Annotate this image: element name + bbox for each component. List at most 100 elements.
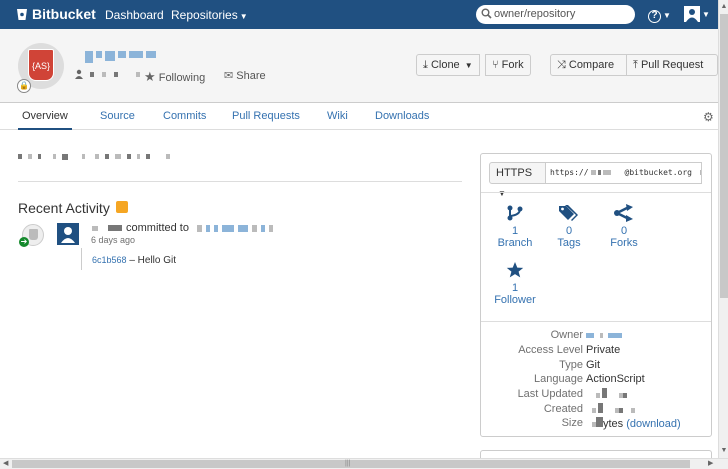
clone-protocol-label: HTTPS <box>496 167 533 179</box>
download-repository-link[interactable]: (download) <box>626 418 680 430</box>
help-menu-button[interactable]: ? ▼ <box>648 7 671 23</box>
vertical-scrollbar[interactable]: ▲ ▼ <box>718 0 728 458</box>
chevron-down-icon: ▼ <box>702 10 710 20</box>
tab-commits[interactable]: Commits <box>163 110 206 122</box>
help-icon: ? <box>648 10 661 23</box>
forks-stat[interactable]: 0 Forks <box>599 204 649 249</box>
commit-message: – Hello Git <box>129 255 177 266</box>
following-label: Following <box>158 72 206 84</box>
created-value-redacted <box>586 403 635 416</box>
language-value: ActionScript <box>586 373 645 385</box>
following-toggle[interactable]: ★ Following <box>144 69 205 85</box>
recent-activity-heading: Recent Activity <box>18 200 110 216</box>
repository-name-redacted[interactable] <box>85 51 156 63</box>
vertical-scroll-thumb[interactable] <box>720 14 728 298</box>
followers-label: Follower <box>494 294 536 306</box>
download-icon: ⤓ <box>423 59 428 71</box>
chevron-down-icon: ▼ <box>464 61 473 70</box>
horizontal-scroll-thumb[interactable] <box>12 460 690 468</box>
bitbucket-logo[interactable]: Bitbucket <box>16 6 96 22</box>
owner-label: Owner <box>550 329 583 341</box>
type-label: Type <box>559 359 583 371</box>
chevron-down-icon: ▼ <box>239 12 248 21</box>
user-avatar-icon <box>684 6 700 22</box>
scroll-right-arrow-icon[interactable]: ▶ <box>708 459 713 469</box>
compare-button[interactable]: ⤨ Compare <box>550 54 627 76</box>
detail-row-size: Size ytes (download) <box>481 417 711 431</box>
user-icon <box>75 69 83 79</box>
tab-overview[interactable]: Overview <box>18 110 72 130</box>
repository-avatar: {AS} 🔒 <box>17 43 64 93</box>
followers-count: 1 <box>511 282 519 294</box>
detail-row-language: Language ActionScript <box>481 373 711 387</box>
size-value-text: ytes <box>603 418 624 430</box>
nav-repositories-dropdown[interactable]: Repositories ▼ <box>171 8 248 22</box>
commit-indent-line <box>81 248 82 270</box>
clone-button[interactable]: ⤓ Clone ▼ <box>416 54 480 76</box>
lock-icon: 🔒 <box>17 79 31 93</box>
size-value: ytes (download) <box>586 417 681 430</box>
tab-wiki[interactable]: Wiki <box>327 110 348 122</box>
activity-summary: committed to <box>92 222 273 234</box>
detail-row-owner: Owner <box>481 329 711 343</box>
repository-header: {AS} 🔒 ★ Following ✉ Share ⤓ Clone ▼ ⑂ F… <box>0 29 718 103</box>
share-button[interactable]: ✉ Share <box>224 69 266 82</box>
detail-row-access: Access Level Private <box>481 344 711 358</box>
committer-avatar[interactable] <box>57 223 79 245</box>
fork-icon <box>614 204 633 222</box>
tab-source[interactable]: Source <box>100 110 135 122</box>
user-avatar-icon <box>61 227 75 243</box>
compare-label: Compare <box>568 59 615 71</box>
tab-downloads[interactable]: Downloads <box>375 110 429 122</box>
tags-label: Tags <box>557 237 581 249</box>
detail-row-updated: Last Updated <box>481 388 711 402</box>
clone-url-field[interactable]: https:// @bitbucket.org <box>545 162 702 184</box>
tab-pull-requests[interactable]: Pull Requests <box>232 110 300 122</box>
owner-value-redacted[interactable] <box>586 329 622 341</box>
nav-dashboard-link[interactable]: Dashboard <box>105 8 164 22</box>
top-navigation-bar: Bitbucket Dashboard Repositories ▼ owner/… <box>0 0 718 29</box>
repository-owner-redacted[interactable] <box>74 69 140 79</box>
created-label: Created <box>543 403 583 415</box>
clone-protocol-select[interactable]: HTTPS ▼ <box>489 162 546 198</box>
bucket-icon <box>17 9 27 20</box>
repository-description-redacted <box>18 154 170 160</box>
scroll-grip-icon: ||| <box>345 460 351 467</box>
last-updated-value-redacted <box>586 388 627 401</box>
brand-name: Bitbucket <box>32 6 96 22</box>
pull-request-label: Pull Request <box>640 59 704 71</box>
pull-request-button[interactable]: ⤒ Pull Request <box>626 54 718 76</box>
nav-repositories-label: Repositories <box>171 8 238 22</box>
scroll-up-arrow-icon[interactable]: ▲ <box>719 2 728 12</box>
scroll-left-arrow-icon[interactable]: ◀ <box>3 459 8 469</box>
fork-icon: ⑂ <box>492 59 499 71</box>
access-level-label: Access Level <box>518 344 583 356</box>
followers-stat[interactable]: 1 Follower <box>490 261 540 306</box>
repository-link-redacted[interactable] <box>196 224 273 232</box>
last-updated-label: Last Updated <box>517 388 583 400</box>
fork-button[interactable]: ⑂ Fork <box>485 54 531 76</box>
star-icon <box>506 262 524 278</box>
search-input[interactable]: owner/repository <box>476 5 635 24</box>
branches-stat[interactable]: 1 Branch <box>490 204 540 249</box>
horizontal-scrollbar[interactable]: ◀ ||| ▶ <box>0 458 728 469</box>
commit-hash-link[interactable]: 6c1b568 <box>92 255 127 265</box>
clone-url-prefix: https:// <box>550 168 589 177</box>
branches-label: Branch <box>497 237 533 249</box>
commit-activity-icon: ➔ <box>19 224 44 247</box>
repository-small-icon <box>29 229 38 240</box>
gear-icon[interactable]: ⚙ <box>703 110 714 124</box>
section-divider <box>18 181 462 182</box>
user-menu-button[interactable]: ▼ <box>684 6 710 22</box>
committed-to-label: committed to <box>126 222 189 234</box>
repository-sidebar: HTTPS ▼ https://@bitbucket.org 1 Branch … <box>480 153 712 437</box>
share-label: Share <box>236 70 266 82</box>
commit-entry: 6c1b568 – Hello Git <box>92 255 176 266</box>
rss-feed-icon[interactable] <box>116 201 128 213</box>
tag-icon <box>559 205 578 221</box>
tags-stat[interactable]: 0 Tags <box>544 204 594 249</box>
forks-count: 0 <box>620 225 628 237</box>
envelope-icon: ✉ <box>224 70 234 82</box>
scroll-down-arrow-icon[interactable]: ▼ <box>719 446 728 456</box>
branches-count: 1 <box>511 225 519 237</box>
